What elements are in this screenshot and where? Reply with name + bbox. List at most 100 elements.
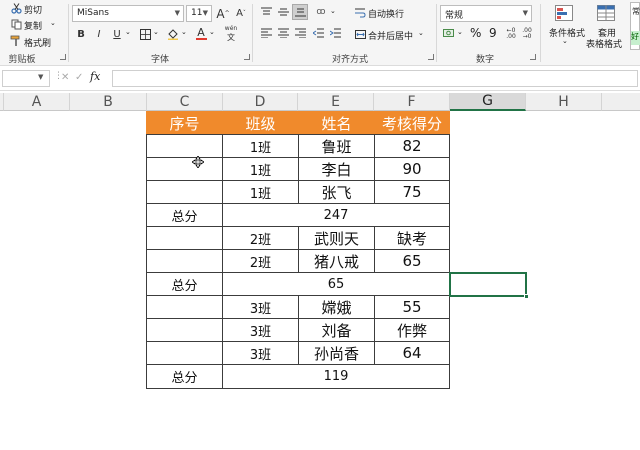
number-launcher-icon[interactable]	[530, 54, 536, 60]
copy-icon[interactable]	[10, 18, 22, 30]
fill-color-dropdown-icon[interactable]: ⌄	[181, 28, 187, 36]
currency-icon[interactable]	[442, 27, 456, 41]
percent-button[interactable]: %	[470, 26, 481, 40]
underline-dropdown-icon[interactable]: ⌄	[125, 28, 131, 36]
table-cell-name[interactable]: 猪八戒	[298, 249, 375, 273]
format-painter-button[interactable]: 格式刷	[24, 36, 51, 49]
table-cell-name[interactable]: 武则天	[298, 226, 375, 250]
cell-style-gallery[interactable]: 常 好	[630, 2, 640, 50]
cut-icon[interactable]	[10, 2, 22, 14]
column-header-g[interactable]: G	[450, 93, 526, 111]
table-cell-name[interactable]: 李白	[298, 157, 375, 181]
table-cell-class[interactable]: 3班	[222, 295, 299, 319]
table-cell-class[interactable]: 2班	[222, 226, 299, 250]
table-cell-seq[interactable]	[146, 226, 223, 250]
merge-center-icon[interactable]	[354, 28, 366, 40]
align-center-icon[interactable]	[276, 27, 290, 39]
table-cell-class[interactable]: 3班	[222, 318, 299, 342]
column-header-b[interactable]: B	[70, 93, 147, 111]
align-top-icon[interactable]	[259, 6, 273, 18]
table-cell-class[interactable]: 3班	[222, 341, 299, 365]
table-cell-seq[interactable]	[146, 157, 223, 181]
header-seq[interactable]: 序号	[146, 111, 223, 135]
format-painter-icon[interactable]	[10, 35, 22, 47]
align-bottom-icon[interactable]	[292, 4, 308, 20]
font-launcher-icon[interactable]	[244, 54, 250, 60]
align-middle-icon[interactable]	[276, 6, 290, 18]
italic-button[interactable]: I	[92, 27, 106, 41]
enter-icon[interactable]: ✓	[75, 72, 83, 83]
cancel-icon[interactable]: ✕	[61, 72, 69, 83]
clipboard-launcher-icon[interactable]	[60, 54, 66, 60]
table-cell-score[interactable]: 55	[374, 295, 450, 319]
font-size-select[interactable]: 11 ▼	[186, 5, 212, 22]
table-cell-class[interactable]: 2班	[222, 249, 299, 273]
table-cell-name[interactable]: 嫦娥	[298, 295, 375, 319]
number-format-select[interactable]: 常规 ▼	[440, 5, 532, 22]
total-label-cell[interactable]: 总分	[146, 364, 223, 389]
total-label-cell[interactable]: 总分	[146, 272, 223, 296]
table-cell-score[interactable]: 82	[374, 134, 450, 158]
font-name-select[interactable]: MiSans ▼	[72, 5, 184, 22]
table-cell-score[interactable]: 缺考	[374, 226, 450, 250]
total-value-cell[interactable]: 247	[222, 203, 450, 227]
table-cell-score[interactable]: 65	[374, 249, 450, 273]
wrap-text-icon[interactable]	[354, 6, 366, 18]
total-value-cell[interactable]: 119	[222, 364, 450, 389]
copy-dropdown-icon[interactable]: ⌄	[50, 19, 56, 27]
table-cell-class[interactable]: 1班	[222, 134, 299, 158]
formula-input[interactable]	[112, 70, 638, 87]
active-cell-selection[interactable]	[449, 272, 529, 299]
table-cell-name[interactable]: 鲁班	[298, 134, 375, 158]
table-cell-seq[interactable]	[146, 249, 223, 273]
conditional-format-icon[interactable]	[554, 4, 574, 22]
table-cell-seq[interactable]	[146, 318, 223, 342]
comma-style-button[interactable]: 9	[489, 26, 497, 40]
table-cell-class[interactable]: 1班	[222, 180, 299, 204]
merge-center-button[interactable]: 合并后居中	[368, 29, 413, 42]
table-cell-seq[interactable]	[146, 180, 223, 204]
column-header-i-partial[interactable]	[602, 93, 640, 111]
copy-button[interactable]: 复制	[24, 19, 42, 32]
underline-button[interactable]: U	[110, 27, 124, 41]
table-format-icon[interactable]	[596, 4, 616, 22]
table-cell-score[interactable]: 64	[374, 341, 450, 365]
decrease-font-size-button[interactable]: Aˇ	[234, 5, 248, 22]
column-header-e[interactable]: E	[298, 93, 374, 111]
bold-button[interactable]: B	[74, 27, 88, 41]
total-value-cell[interactable]: 65	[222, 272, 450, 296]
align-right-icon[interactable]	[293, 27, 307, 39]
alignment-launcher-icon[interactable]	[428, 54, 434, 60]
total-label-cell[interactable]: 总分	[146, 203, 223, 227]
phonetic-guide-icon[interactable]: wén 文	[222, 25, 240, 42]
increase-decimal-icon[interactable]: ←0 .00	[504, 27, 518, 41]
table-format-label-2[interactable]: 表格格式	[586, 37, 622, 50]
align-left-icon[interactable]	[259, 27, 273, 39]
wrap-text-button[interactable]: 自动换行	[368, 7, 404, 20]
column-header-d[interactable]: D	[223, 93, 298, 111]
table-cell-class[interactable]: 1班	[222, 157, 299, 181]
column-header-f[interactable]: F	[374, 93, 450, 111]
header-class[interactable]: 班级	[222, 111, 299, 135]
currency-dropdown-icon[interactable]: ⌄	[457, 28, 463, 36]
header-name[interactable]: 姓名	[298, 111, 375, 135]
table-cell-name[interactable]: 张飞	[298, 180, 375, 204]
border-icon[interactable]	[138, 27, 152, 41]
fill-color-icon[interactable]	[166, 27, 180, 41]
table-cell-score[interactable]: 75	[374, 180, 450, 204]
name-box-dropdown-icon[interactable]: ▼	[38, 73, 43, 81]
table-cell-score[interactable]: 90	[374, 157, 450, 181]
font-color-button[interactable]: A	[194, 26, 208, 41]
column-header-c[interactable]: C	[147, 93, 223, 111]
increase-indent-icon[interactable]	[328, 27, 342, 39]
cell-style-good[interactable]: 好	[631, 31, 640, 45]
orientation-icon[interactable]: ꝏ	[313, 5, 329, 19]
table-cell-seq[interactable]	[146, 341, 223, 365]
orientation-dropdown-icon[interactable]: ⌄	[330, 7, 336, 15]
table-cell-seq[interactable]	[146, 295, 223, 319]
conditional-format-dropdown-icon[interactable]: ⌄	[562, 37, 568, 45]
merge-dropdown-icon[interactable]: ⌄	[418, 29, 424, 37]
cell-style-normal[interactable]: 常	[632, 6, 640, 17]
column-header-h[interactable]: H	[526, 93, 602, 111]
decrease-decimal-icon[interactable]: .00 →0	[520, 27, 534, 41]
